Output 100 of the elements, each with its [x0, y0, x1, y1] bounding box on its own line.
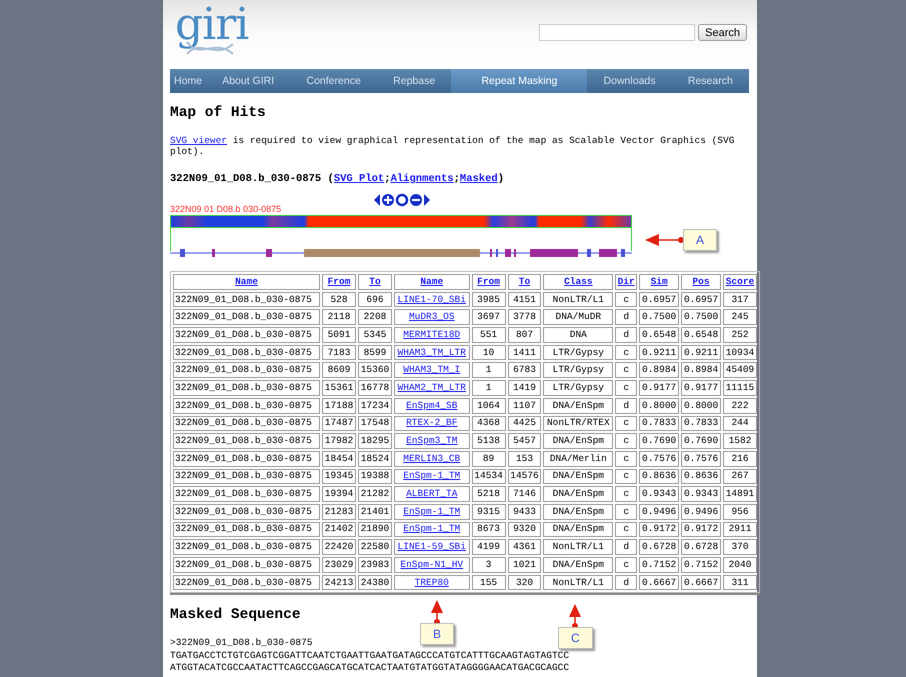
table-cell: 322N09_01_D08.b_030-0875 — [173, 486, 320, 502]
table-cell: 0.6728 — [681, 539, 721, 555]
table-cell: 3985 — [472, 292, 506, 308]
table-cell: 15360 — [358, 362, 392, 378]
table-cell: 322N09_01_D08.b_030-0875 — [173, 574, 320, 590]
table-cell: NonLTR/L1 — [543, 292, 614, 308]
fasta-header: >322N09_01_D08.b_030-0875 — [170, 637, 313, 650]
table-cell: 4199 — [472, 539, 506, 555]
table-cell: 155 — [472, 574, 506, 590]
table-cell: 0.9211 — [681, 344, 721, 360]
table-cell: 8609 — [322, 362, 356, 378]
table-cell: 528 — [322, 292, 356, 308]
table-cell: 1 — [472, 362, 506, 378]
table-cell: 0.6728 — [639, 539, 680, 555]
sequence-link[interactable]: SVG Plot — [334, 173, 384, 185]
table-cell: 322N09_01_D08.b_030-0875 — [173, 398, 320, 414]
table-cell: LTR/Gypsy — [543, 344, 614, 360]
table-cell: 320 — [508, 574, 542, 590]
table-cell: 216 — [723, 450, 757, 467]
callout-label: B — [420, 623, 454, 645]
table-cell: 322N09_01_D08.b_030-0875 — [173, 416, 320, 432]
table-cell: 6783 — [508, 362, 542, 378]
nav-tab[interactable]: Downloads — [587, 69, 672, 93]
search-button[interactable]: Search — [698, 24, 747, 41]
table-cell: 0.9211 — [639, 344, 680, 360]
table-cell: 956 — [723, 504, 757, 520]
search-field[interactable] — [539, 24, 696, 41]
table-cell: 21402 — [322, 522, 356, 538]
table-cell: 1 — [472, 380, 506, 396]
table-cell: 0.8636 — [681, 468, 721, 484]
table-cell: LTR/Gypsy — [543, 380, 614, 396]
nav-tab[interactable]: Research — [672, 69, 749, 93]
table-cell: 3 — [472, 557, 506, 573]
table-cell: 1021 — [508, 557, 542, 573]
table-cell: 0.7576 — [639, 450, 680, 467]
table-cell: c — [615, 344, 638, 360]
table-cell: DNA/Merlin — [543, 450, 614, 467]
table-cell: 10934 — [723, 344, 757, 360]
table-cell: 322N09_01_D08.b_030-0875 — [173, 362, 320, 378]
table-cell: 14534 — [472, 468, 506, 484]
table-cell: 1064 — [472, 398, 506, 414]
table-cell: 0.7500 — [681, 309, 721, 326]
table-cell: c — [615, 380, 638, 396]
table-cell: c — [615, 486, 638, 502]
zoom-controls-icon[interactable] — [373, 193, 431, 207]
table-cell: 4151 — [508, 292, 542, 308]
sequence-link[interactable]: Masked — [460, 173, 498, 185]
nav-tab[interactable]: Conference — [290, 69, 377, 93]
table-cell: 0.8000 — [681, 398, 721, 414]
table-cell: 19388 — [358, 468, 392, 484]
nav-tab[interactable]: Repbase — [376, 69, 452, 93]
table-cell: 5138 — [472, 433, 506, 449]
table-cell: 0.6957 — [681, 292, 721, 308]
table-cell: 2040 — [723, 557, 757, 573]
table-cell: 696 — [358, 292, 392, 308]
column-header-link[interactable]: Name — [235, 276, 258, 287]
table-cell: 19394 — [322, 486, 356, 502]
table-cell: 7146 — [508, 486, 542, 502]
table-cell: 24213 — [322, 574, 356, 590]
table-cell: 252 — [723, 327, 757, 343]
table-cell: 24380 — [358, 574, 392, 590]
table-cell: 21890 — [358, 522, 392, 538]
nav-tab[interactable]: About GIRI — [206, 69, 290, 93]
table-cell: DNA/EnSpm — [543, 522, 614, 538]
table-cell: 21283 — [322, 504, 356, 520]
table-cell: 322N09_01_D08.b_030-0875 — [173, 557, 320, 573]
map-label: 322N09 01 D08.b 030-0875 — [170, 204, 282, 214]
table-cell: 222 — [723, 398, 757, 414]
svg-viewer-link[interactable]: SVG viewer — [170, 135, 228, 146]
nav-tab[interactable]: Repeat Masking — [451, 69, 588, 93]
table-cell: 17188 — [322, 398, 356, 414]
table-cell: 23983 — [358, 557, 392, 573]
table-cell: 0.9343 — [681, 486, 721, 502]
table-cell: 3697 — [472, 309, 506, 326]
table-cell: NonLTR/L1 — [543, 539, 614, 555]
table-cell: 322N09_01_D08.b_030-0875 — [173, 450, 320, 467]
table-cell: 4368 — [472, 416, 506, 432]
table-cell: DNA/EnSpm — [543, 468, 614, 484]
table-cell: 322N09_01_D08.b_030-0875 — [173, 522, 320, 538]
table-cell: 0.7690 — [681, 433, 721, 449]
table-cell: 4425 — [508, 416, 542, 432]
table-cell: 17548 — [358, 416, 392, 432]
table-cell: 0.6548 — [681, 327, 721, 343]
table-cell: NonLTR/RTEX — [543, 416, 614, 432]
table-cell: 322N09_01_D08.b_030-0875 — [173, 309, 320, 326]
table-cell: 0.6667 — [681, 574, 721, 590]
table-cell: 0.9177 — [639, 380, 680, 396]
table-cell: 1107 — [508, 398, 542, 414]
table-cell: 4361 — [508, 539, 542, 555]
table-cell: 153 — [508, 450, 542, 467]
table-cell: 807 — [508, 327, 542, 343]
table-cell: DNA/EnSpm — [543, 433, 614, 449]
table-cell: 0.8000 — [639, 398, 680, 414]
table-cell: 23029 — [322, 557, 356, 573]
table-cell: 8673 — [472, 522, 506, 538]
table-cell: 8599 — [358, 344, 392, 360]
sequence-link[interactable]: Alignments — [390, 173, 454, 185]
nav-tab[interactable]: Home — [170, 69, 206, 93]
table-cell: c — [615, 557, 638, 573]
table-cell: 19345 — [322, 468, 356, 484]
